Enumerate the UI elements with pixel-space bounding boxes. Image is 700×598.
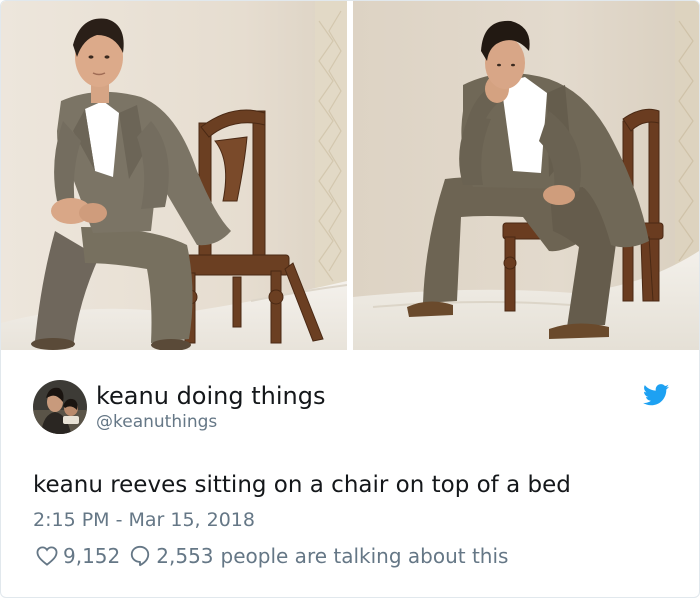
reply-count: 2,553 — [156, 544, 214, 568]
author-names: keanu doing things @keanuthings — [96, 381, 325, 433]
twitter-bird-icon[interactable] — [643, 384, 669, 406]
photo-right[interactable] — [353, 1, 699, 350]
heart-svg — [36, 546, 58, 566]
tweet-actions: 9,152 2,553 people are talking about thi… — [35, 542, 508, 570]
display-name[interactable]: keanu doing things — [96, 381, 325, 411]
avatar[interactable] — [33, 380, 87, 434]
tweet-media[interactable] — [1, 1, 699, 350]
photo-left[interactable] — [1, 1, 347, 350]
twitter-bird-svg — [643, 384, 669, 406]
tweet-card: keanu doing things @keanuthings keanu re… — [0, 0, 700, 598]
heart-icon[interactable] — [35, 544, 59, 568]
photo-left-image — [1, 1, 347, 350]
tweet-text: keanu reeves sitting on a chair on top o… — [33, 472, 571, 498]
user-handle[interactable]: @keanuthings — [96, 411, 325, 433]
like-count: 9,152 — [63, 544, 121, 568]
tweet-author[interactable]: keanu doing things @keanuthings — [33, 380, 325, 434]
speech-bubble-icon[interactable] — [128, 544, 152, 568]
talking-about-text[interactable]: people are talking about this — [221, 542, 509, 570]
photo-right-image — [353, 1, 699, 350]
tweet-timestamp[interactable]: 2:15 PM - Mar 15, 2018 — [33, 507, 255, 533]
speech-bubble-svg — [131, 545, 150, 567]
avatar-image — [33, 380, 87, 434]
